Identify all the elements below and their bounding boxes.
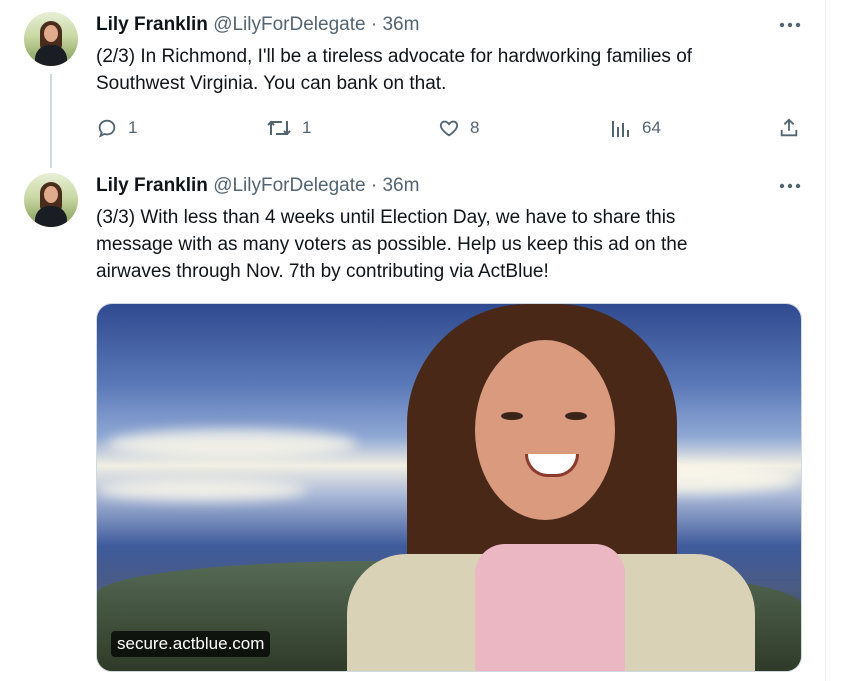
- tweet-text: (3/3) With less than 4 weeks until Elect…: [96, 204, 796, 285]
- more-options-button[interactable]: [778, 174, 802, 198]
- link-domain-label[interactable]: secure.actblue.com: [111, 631, 271, 657]
- person-eye: [501, 412, 523, 420]
- person-eye: [565, 412, 587, 420]
- avatar[interactable]: [24, 173, 78, 227]
- timestamp[interactable]: 36m: [382, 14, 419, 35]
- analytics-icon: [612, 121, 629, 137]
- view-count: 64: [642, 118, 661, 137]
- heart-icon: [439, 120, 459, 137]
- reply-icon: [98, 119, 116, 138]
- tweet-text-line: message with as many voters as possible.…: [96, 234, 688, 255]
- retweet-count: 1: [302, 118, 312, 137]
- more-horizontal-icon: [779, 22, 801, 28]
- link-card-image[interactable]: secure.actblue.com: [96, 303, 802, 672]
- tweet-header: Lily Franklin @LilyForDelegate · 36m: [96, 174, 419, 198]
- reply-button[interactable]: 1: [96, 116, 137, 140]
- thread-connector: [50, 74, 52, 168]
- author-name[interactable]: Lily Franklin: [96, 14, 208, 35]
- tweet-text-line: (3/3) With less than 4 weeks until Elect…: [96, 207, 676, 228]
- like-button[interactable]: 8: [438, 116, 479, 140]
- timeline-border: [825, 0, 826, 681]
- separator-dot: ·: [370, 175, 378, 196]
- light-streak: [107, 429, 357, 459]
- tweet-text: (2/3) In Richmond, I'll be a tireless ad…: [96, 43, 796, 97]
- views-button[interactable]: 64: [610, 116, 661, 140]
- timestamp[interactable]: 36m: [382, 175, 419, 196]
- retweet-icon: [267, 120, 291, 136]
- author-name[interactable]: Lily Franklin: [96, 175, 208, 196]
- share-icon: [780, 118, 798, 137]
- tweet-text-line: (2/3) In Richmond, I'll be a tireless ad…: [96, 46, 693, 67]
- like-count: 8: [470, 118, 480, 137]
- person-shirt: [475, 544, 625, 671]
- author-handle[interactable]: @LilyForDelegate: [213, 14, 365, 35]
- retweet-button[interactable]: 1: [266, 116, 311, 140]
- author-handle[interactable]: @LilyForDelegate: [213, 175, 365, 196]
- avatar[interactable]: [24, 12, 78, 66]
- more-horizontal-icon: [779, 183, 801, 189]
- tweet-text-line: Southwest Virginia. You can bank on that…: [96, 73, 447, 94]
- more-options-button[interactable]: [778, 13, 802, 37]
- person-face: [475, 340, 615, 520]
- tweet-header: Lily Franklin @LilyForDelegate · 36m: [96, 13, 419, 37]
- reply-count: 1: [128, 118, 138, 137]
- share-button[interactable]: [778, 116, 800, 140]
- tweet-text-line: airwaves through Nov. 7th by contributin…: [96, 261, 549, 282]
- separator-dot: ·: [370, 14, 378, 35]
- light-streak: [97, 479, 307, 501]
